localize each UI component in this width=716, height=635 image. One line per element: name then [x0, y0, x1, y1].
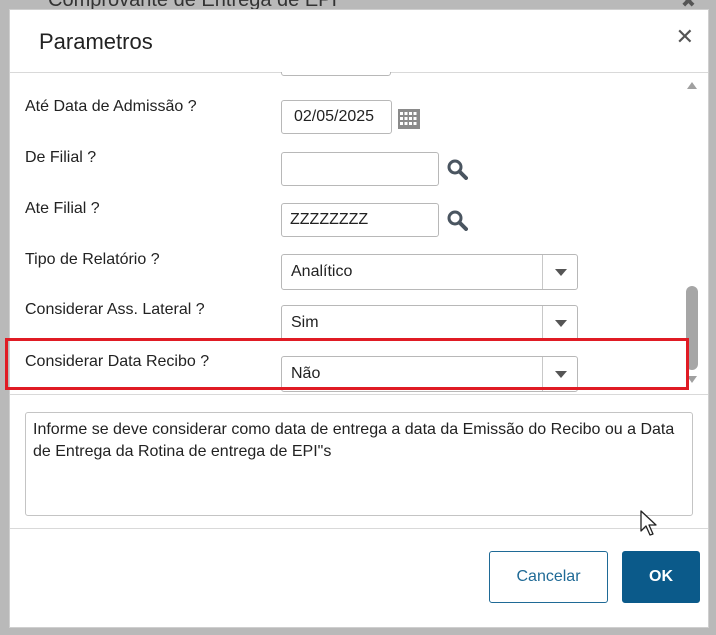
- row-label: Até Data de Admissão ?: [25, 98, 197, 115]
- dialog-title: Parametros: [39, 29, 153, 54]
- scroll-thumb[interactable]: [686, 286, 698, 370]
- dropdown-button[interactable]: [542, 306, 577, 340]
- row-label: Considerar Ass. Lateral ?: [25, 301, 205, 318]
- dropdown-button[interactable]: [542, 255, 577, 289]
- search-icon[interactable]: [446, 209, 468, 231]
- scroll-down-arrow-icon[interactable]: [687, 376, 697, 383]
- close-icon[interactable]: ✕: [676, 26, 694, 48]
- help-area: Informe se deve considerar como data de …: [10, 395, 708, 529]
- calendar-icon[interactable]: [398, 109, 420, 129]
- vertical-scrollbar[interactable]: [684, 72, 700, 394]
- row-label: Considerar Data Recibo ?: [25, 353, 210, 370]
- select-value: Não: [291, 365, 321, 382]
- chevron-down-icon: [555, 320, 567, 327]
- search-icon[interactable]: [446, 158, 468, 180]
- tipo-relatorio-select[interactable]: Analítico: [281, 254, 578, 290]
- chevron-down-icon: [555, 371, 567, 378]
- select-value: Analítico: [291, 263, 353, 280]
- help-text: Informe se deve considerar como data de …: [25, 412, 693, 516]
- chevron-down-icon: [555, 269, 567, 276]
- ate-data-admissao-input[interactable]: 02/05/2025: [281, 100, 392, 134]
- cancel-button[interactable]: Cancelar: [489, 551, 608, 603]
- considerar-ass-lateral-select[interactable]: Sim: [281, 305, 578, 341]
- previous-date-input[interactable]: [281, 72, 391, 76]
- dialog-header: Parametros ✕: [10, 10, 708, 73]
- row-label: Ate Filial ?: [25, 200, 100, 217]
- scroll-up-arrow-icon[interactable]: [687, 82, 697, 89]
- de-filial-input[interactable]: [281, 152, 439, 186]
- ate-filial-input[interactable]: ZZZZZZZZ: [281, 203, 439, 237]
- dialog-footer: Cancelar OK: [10, 528, 708, 628]
- parametros-dialog: Parametros ✕ Até Data de Admissão ? 02/0…: [5, 9, 709, 628]
- mouse-cursor-icon: [640, 510, 657, 536]
- dropdown-button[interactable]: [542, 357, 577, 391]
- ok-button[interactable]: OK: [622, 551, 700, 603]
- select-value: Sim: [291, 314, 319, 331]
- considerar-data-recibo-select[interactable]: Não: [281, 356, 578, 392]
- row-label: De Filial ?: [25, 149, 97, 166]
- parameters-form: Até Data de Admissão ? 02/05/2025 De Fil…: [10, 72, 708, 395]
- row-label: Tipo de Relatório ?: [25, 251, 160, 268]
